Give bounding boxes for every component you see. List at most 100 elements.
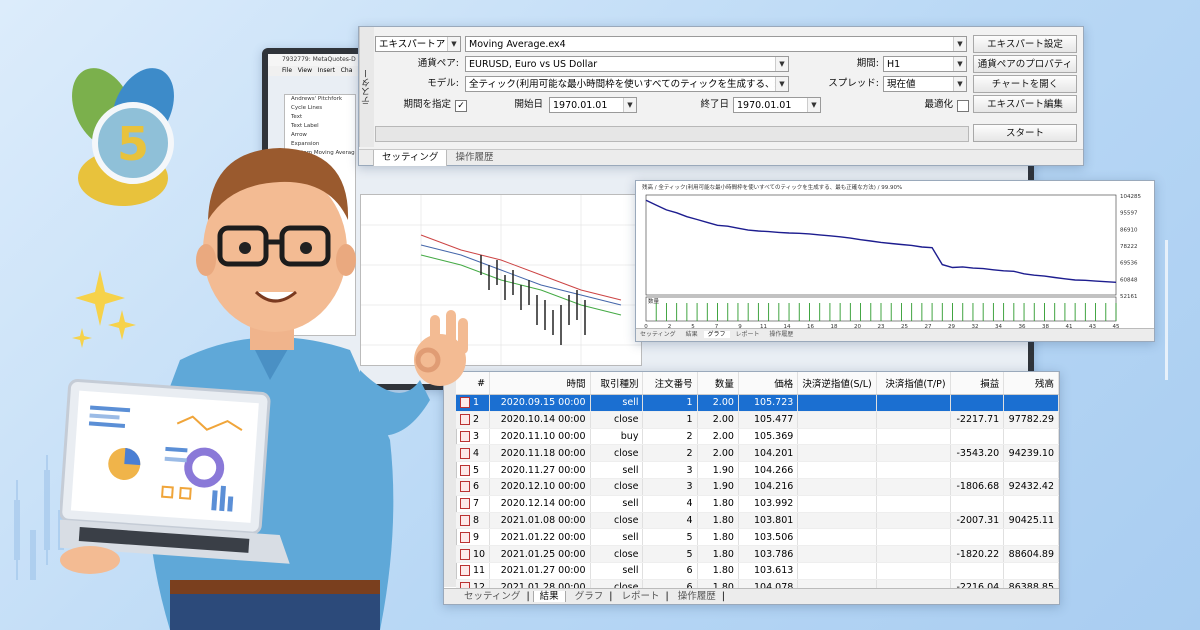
- table-cell: [876, 428, 951, 446]
- period-select[interactable]: H1 ▼: [883, 56, 967, 72]
- table-cell: [876, 394, 951, 412]
- table-row[interactable]: 3 2020.11.10 00:00 buy 2 2.00 105.369: [456, 428, 1059, 446]
- optimize-checkbox[interactable]: [957, 100, 969, 112]
- table-cell: close: [590, 411, 644, 429]
- navigator-item[interactable]: Andrews' Pitchfork: [285, 95, 355, 104]
- y-tick-label: 52161: [1120, 294, 1138, 300]
- tab-report[interactable]: レポート: [731, 331, 763, 338]
- table-cell: [876, 478, 951, 496]
- table-row[interactable]: 4 2020.11.18 00:00 close 2 2.00 104.201 -3543.…: [456, 444, 1059, 463]
- table-cell: 1: [642, 394, 698, 412]
- col-type[interactable]: 取引種別: [590, 372, 644, 395]
- table-cell: 1.80: [697, 562, 739, 580]
- table-cell: 105.723: [738, 394, 799, 412]
- table-cell: 103.506: [738, 528, 799, 547]
- table-row[interactable]: 8 2021.01.08 00:00 close 4 1.80 103.801 -2007.…: [456, 512, 1059, 530]
- menu-view[interactable]: View: [298, 67, 312, 74]
- table-cell: 2021.01.22 00:00: [489, 528, 591, 547]
- results-table-window: # 時間 取引種別 注文番号 数量 価格 決済逆指値(S/L) 決済指値(T/P…: [443, 371, 1060, 605]
- table-cell: 2021.01.25 00:00: [489, 545, 591, 563]
- table-cell: 1: [642, 411, 698, 429]
- table-cell: [876, 512, 951, 530]
- table-row[interactable]: 5 2020.11.27 00:00 sell 3 1.90 104.266: [456, 461, 1059, 479]
- results-tabs: セッティング | 結果 グラフ | レポート | 操作履歴 |: [444, 588, 1059, 604]
- tab-settings[interactable]: セッティング: [636, 331, 680, 338]
- table-cell: [797, 528, 877, 547]
- col-tp[interactable]: 決済指値(T/P): [876, 372, 951, 395]
- table-cell: [797, 394, 877, 412]
- table-cell: [950, 394, 1005, 412]
- table-cell: [876, 545, 951, 563]
- expert-file-select[interactable]: Moving Average.ex4 ▼: [465, 36, 967, 52]
- table-cell: 2.00: [697, 444, 739, 463]
- col-order[interactable]: 注文番号: [642, 372, 698, 395]
- spread-select[interactable]: 現在値 ▼: [883, 76, 967, 92]
- model-label: モデル:: [427, 78, 459, 89]
- y-tick-label: 60848: [1120, 277, 1138, 283]
- pair-properties-button[interactable]: 通貨ペアのプロパティ: [973, 55, 1077, 73]
- tab-history[interactable]: 操作履歴: [672, 591, 722, 602]
- plot-area: [645, 194, 1117, 296]
- table-cell: 5: [642, 528, 698, 547]
- start-button[interactable]: スタート: [973, 124, 1077, 142]
- table-row[interactable]: 10 2021.01.25 00:00 close 5 1.80 103.786 -1820…: [456, 545, 1059, 563]
- expert-settings-button[interactable]: エキスパート設定: [973, 35, 1077, 53]
- col-balance[interactable]: 残高: [1003, 372, 1059, 395]
- col-sl[interactable]: 決済逆指値(S/L): [797, 372, 877, 395]
- table-cell: close: [590, 512, 644, 530]
- menu-insert[interactable]: Insert: [318, 67, 335, 74]
- table-cell: 6: [642, 562, 698, 580]
- calendar-icon: ▼: [807, 98, 820, 112]
- tab-graph[interactable]: グラフ: [569, 591, 610, 602]
- edit-expert-button[interactable]: エキスパート編集: [973, 95, 1077, 113]
- tab-results[interactable]: 結果: [682, 331, 702, 338]
- balance-chart: 104285955978691078222695366084852161数量0 2…: [644, 194, 1141, 328]
- table-cell: [797, 495, 877, 513]
- table-cell: 2020.11.27 00:00: [489, 461, 591, 479]
- tab-graph[interactable]: グラフ: [703, 331, 730, 338]
- table-row[interactable]: 9 2021.01.22 00:00 sell 5 1.80 103.506: [456, 528, 1059, 547]
- table-row[interactable]: 11 2021.01.27 00:00 sell 6 1.80 103.613: [456, 562, 1059, 580]
- table-row[interactable]: 7 2020.12.14 00:00 sell 4 1.80 103.992: [456, 495, 1059, 513]
- menu-charts[interactable]: Cha: [341, 67, 353, 74]
- open-chart-button[interactable]: チャートを開く: [973, 75, 1077, 93]
- table-cell: -3543.20: [950, 444, 1005, 463]
- tab-history[interactable]: 操作履歴: [765, 331, 797, 338]
- col-profit[interactable]: 損益: [950, 372, 1005, 395]
- table-cell: [797, 478, 877, 496]
- table-row[interactable]: 1 2020.09.15 00:00 sell 1 2.00 105.723: [456, 394, 1059, 412]
- pair-select[interactable]: EURUSD, Euro vs US Dollar ▼: [465, 56, 789, 72]
- table-cell: 94239.10: [1003, 444, 1059, 463]
- col-price[interactable]: 価格: [738, 372, 799, 395]
- table-cell: [797, 461, 877, 479]
- table-cell: 105.369: [738, 428, 799, 446]
- model-select[interactable]: 全ティック(利用可能な最小時間枠を使いすべてのティックを生成する、最も正確な方法…: [465, 76, 789, 92]
- table-cell: 1.80: [697, 545, 739, 563]
- period-label: 期間:: [856, 58, 879, 69]
- menu-file[interactable]: File: [282, 67, 292, 74]
- table-cell: [1003, 461, 1059, 479]
- table-row[interactable]: 6 2020.12.10 00:00 close 3 1.90 104.216 -1806.…: [456, 478, 1059, 496]
- col-volume[interactable]: 数量: [697, 372, 739, 395]
- table-cell: 2021.01.08 00:00: [489, 512, 591, 530]
- table-row[interactable]: 2 2020.10.14 00:00 close 1 2.00 105.477 -2217.…: [456, 411, 1059, 429]
- balance-graph-window: 残高 / 全ティック(利用可能な最小時間枠を使いすべてのティックを生成する、最も…: [635, 180, 1155, 342]
- chevron-down-icon: ▼: [953, 37, 966, 51]
- start-date-label: 開始日: [514, 99, 543, 110]
- table-cell: 103.801: [738, 512, 799, 530]
- results-table: # 時間 取引種別 注文番号 数量 価格 決済逆指値(S/L) 決済指値(T/P…: [456, 372, 1059, 597]
- col-time[interactable]: 時間: [489, 372, 591, 395]
- table-cell: 2: [642, 444, 698, 463]
- graph-tabs: セッティング 結果 グラフ レポート 操作履歴: [636, 328, 1154, 341]
- tab-report[interactable]: レポート: [615, 591, 665, 602]
- y-tick-label: 86910: [1120, 227, 1138, 233]
- end-date-input[interactable]: 1970.01.01 ▼: [733, 97, 821, 113]
- table-cell: 2: [642, 428, 698, 446]
- calendar-icon: ▼: [623, 98, 636, 112]
- table-cell: 1.90: [697, 461, 739, 479]
- tab-results[interactable]: 結果: [532, 591, 566, 602]
- expert-type-select[interactable]: エキスパートアドバイザ▼: [375, 36, 461, 52]
- table-cell: sell: [590, 394, 644, 412]
- table-cell: -1820.22: [950, 545, 1005, 563]
- start-date-input[interactable]: 1970.01.01 ▼: [549, 97, 637, 113]
